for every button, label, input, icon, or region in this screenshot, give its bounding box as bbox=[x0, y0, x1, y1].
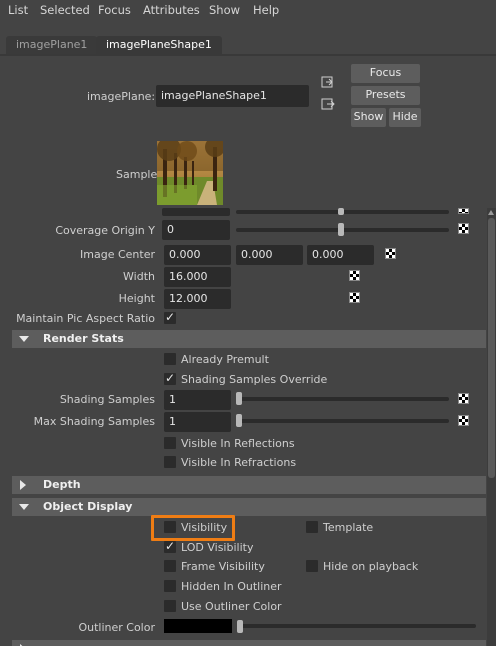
use-outliner-color-label: Use Outliner Color bbox=[181, 600, 282, 613]
template-checkbox[interactable] bbox=[306, 521, 318, 533]
tab-imageplane1[interactable]: imagePlane1 bbox=[6, 36, 98, 54]
width-value: 16.000 bbox=[169, 270, 208, 283]
image-center-label: Image Center bbox=[80, 248, 155, 261]
image-center-x-value: 0.000 bbox=[169, 248, 201, 261]
outliner-color-slider[interactable] bbox=[238, 624, 476, 628]
coverage-origin-y-slider-knob[interactable] bbox=[338, 223, 344, 236]
scroll-up-arrow-icon[interactable] bbox=[488, 210, 494, 215]
shading-samples-value: 1 bbox=[169, 393, 176, 406]
visible-in-reflections-label: Visible In Reflections bbox=[181, 437, 295, 450]
menu-focus[interactable]: Focus bbox=[98, 3, 131, 17]
frame-visibility-label: Frame Visibility bbox=[181, 560, 265, 573]
visible-in-refractions-label: Visible In Refractions bbox=[181, 456, 297, 469]
menu-show[interactable]: Show bbox=[209, 3, 240, 17]
section-object-display[interactable]: Object Display bbox=[12, 498, 486, 516]
coverage-origin-y-field[interactable]: 0 bbox=[162, 220, 230, 240]
focus-button[interactable]: Focus bbox=[351, 64, 420, 83]
scrollbar-thumb[interactable] bbox=[488, 218, 495, 478]
frame-visibility-checkbox[interactable] bbox=[164, 560, 176, 572]
output-connection-icon[interactable] bbox=[321, 97, 335, 111]
image-plane-name-field[interactable]: imagePlaneShape1 bbox=[156, 85, 309, 107]
menu-list[interactable]: List bbox=[8, 3, 28, 17]
cut-off-field[interactable] bbox=[162, 208, 230, 216]
menu-bar: List Selected Focus Attributes Show Help bbox=[0, 0, 496, 22]
height-value: 12.000 bbox=[169, 292, 208, 305]
shading-samples-slider-knob[interactable] bbox=[236, 392, 242, 405]
cut-off-map-button[interactable] bbox=[458, 208, 469, 214]
coverage-origin-y-value: 0 bbox=[167, 223, 174, 236]
lod-visibility-label: LOD Visibility bbox=[181, 541, 254, 554]
section-depth[interactable]: Depth bbox=[12, 476, 486, 494]
visible-in-reflections-checkbox[interactable] bbox=[164, 437, 176, 449]
max-shading-samples-slider[interactable] bbox=[236, 419, 449, 423]
max-shading-samples-slider-knob[interactable] bbox=[236, 414, 242, 427]
already-premult-label: Already Premult bbox=[181, 353, 269, 366]
sample-label: Sample bbox=[116, 168, 158, 181]
image-center-x-field[interactable]: 0.000 bbox=[164, 245, 231, 265]
image-center-z-value: 0.000 bbox=[312, 248, 344, 261]
tab-bar: imagePlane1 imagePlaneShape1 bbox=[0, 34, 496, 54]
node-header bbox=[0, 56, 496, 208]
outliner-color-swatch[interactable] bbox=[164, 619, 232, 633]
max-shading-samples-value: 1 bbox=[169, 415, 176, 428]
section-object-display-title: Object Display bbox=[43, 500, 133, 513]
image-plane-name-value: imagePlaneShape1 bbox=[161, 89, 267, 102]
hide-button[interactable]: Hide bbox=[389, 108, 421, 127]
image-center-y-value: 0.000 bbox=[241, 248, 273, 261]
sample-thumbnail bbox=[157, 141, 223, 205]
width-map-button[interactable] bbox=[349, 270, 360, 281]
shading-samples-override-label: Shading Samples Override bbox=[181, 373, 328, 386]
max-shading-samples-field[interactable]: 1 bbox=[164, 412, 231, 432]
hidden-in-outliner-checkbox[interactable] bbox=[164, 580, 176, 592]
shading-samples-map-button[interactable] bbox=[458, 393, 469, 404]
maintain-aspect-label: Maintain Pic Aspect Ratio bbox=[16, 312, 155, 325]
hide-on-playback-label: Hide on playback bbox=[323, 560, 419, 573]
height-label: Height bbox=[118, 292, 155, 305]
expand-triangle-icon bbox=[19, 504, 29, 510]
coverage-origin-y-map-button[interactable] bbox=[458, 223, 469, 234]
section-render-stats[interactable]: Render Stats bbox=[12, 330, 486, 348]
menu-selected[interactable]: Selected bbox=[40, 3, 90, 17]
template-label: Template bbox=[323, 521, 374, 534]
menu-attributes[interactable]: Attributes bbox=[143, 3, 200, 17]
cut-off-slider-knob[interactable] bbox=[338, 208, 344, 215]
shading-samples-override-checkbox[interactable] bbox=[164, 371, 176, 385]
show-button[interactable]: Show bbox=[351, 108, 386, 127]
presets-button[interactable]: Presets bbox=[351, 86, 420, 105]
height-field[interactable]: 12.000 bbox=[164, 289, 231, 309]
section-render-stats-title: Render Stats bbox=[43, 332, 124, 345]
image-center-map-button[interactable] bbox=[385, 248, 396, 259]
visible-in-refractions-checkbox[interactable] bbox=[164, 456, 176, 468]
expand-triangle-icon bbox=[19, 336, 29, 342]
visibility-highlight-box bbox=[151, 515, 235, 541]
outliner-color-label: Outliner Color bbox=[78, 621, 155, 634]
already-premult-checkbox[interactable] bbox=[164, 353, 176, 365]
shading-samples-label: Shading Samples bbox=[59, 393, 155, 406]
menu-help[interactable]: Help bbox=[253, 3, 279, 17]
width-label: Width bbox=[123, 270, 155, 283]
shading-samples-field[interactable]: 1 bbox=[164, 390, 231, 410]
outliner-color-slider-knob[interactable] bbox=[237, 620, 243, 633]
use-outliner-color-checkbox[interactable] bbox=[164, 600, 176, 612]
lod-visibility-checkbox[interactable] bbox=[164, 539, 176, 553]
section-next-collapsed[interactable] bbox=[12, 640, 486, 646]
image-center-y-field[interactable]: 0.000 bbox=[236, 245, 303, 265]
tab-imageplaneshape1[interactable]: imagePlaneShape1 bbox=[96, 36, 222, 54]
maintain-aspect-checkbox[interactable] bbox=[164, 310, 176, 324]
max-shading-samples-map-button[interactable] bbox=[458, 415, 469, 426]
width-field[interactable]: 16.000 bbox=[164, 267, 231, 287]
section-depth-title: Depth bbox=[43, 478, 81, 491]
hide-on-playback-checkbox[interactable] bbox=[306, 560, 318, 572]
hidden-in-outliner-label: Hidden In Outliner bbox=[181, 580, 282, 593]
max-shading-samples-label: Max Shading Samples bbox=[33, 415, 155, 428]
image-center-z-field[interactable]: 0.000 bbox=[307, 245, 374, 265]
coverage-origin-y-label: Coverage Origin Y bbox=[55, 224, 155, 237]
collapse-triangle-icon bbox=[20, 480, 26, 490]
input-connection-icon[interactable] bbox=[321, 75, 335, 89]
vertical-scrollbar[interactable] bbox=[487, 208, 496, 646]
shading-samples-slider[interactable] bbox=[236, 397, 449, 401]
height-map-button[interactable] bbox=[349, 292, 360, 303]
image-plane-label: imagePlane: bbox=[87, 90, 156, 103]
